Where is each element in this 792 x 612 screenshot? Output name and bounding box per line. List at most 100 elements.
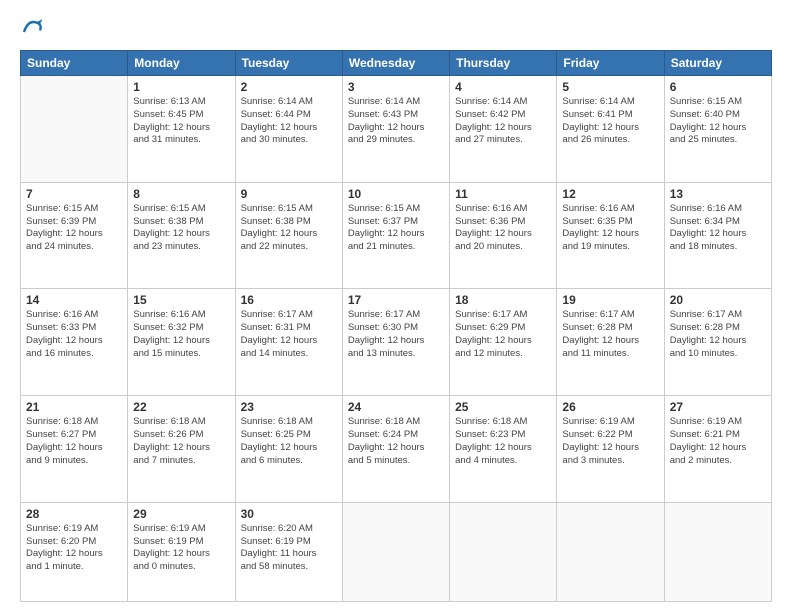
day-number: 7 [26,187,122,201]
calendar-cell: 23 Sunrise: 6:18 AM Sunset: 6:25 PM Dayli… [235,396,342,503]
calendar-cell: 3 Sunrise: 6:14 AM Sunset: 6:43 PM Daylig… [342,76,449,183]
day-number: 20 [670,293,766,307]
day-number: 29 [133,507,229,521]
calendar-cell: 12 Sunrise: 6:16 AM Sunset: 6:35 PM Dayli… [557,182,664,289]
calendar-cell [450,502,557,601]
col-header-monday: Monday [128,51,235,76]
calendar-cell: 13Sunrise: 6:16 AM Sunset: 6:34 PM Dayli… [664,182,771,289]
calendar-cell: 29 Sunrise: 6:19 AM Sunset: 6:19 PM Dayli… [128,502,235,601]
day-number: 2 [241,80,337,94]
calendar-cell: 16 Sunrise: 6:17 AM Sunset: 6:31 PM Dayli… [235,289,342,396]
col-header-saturday: Saturday [664,51,771,76]
day-info: Sunrise: 6:18 AM Sunset: 6:26 PM Dayligh… [133,416,229,467]
day-info: Sunrise: 6:16 AM Sunset: 6:36 PM Dayligh… [455,203,551,254]
calendar-week-2: 7 Sunrise: 6:15 AM Sunset: 6:39 PM Daylig… [21,182,772,289]
calendar-cell: 5 Sunrise: 6:14 AM Sunset: 6:41 PM Daylig… [557,76,664,183]
day-number: 9 [241,187,337,201]
calendar-cell: 1Sunrise: 6:13 AM Sunset: 6:45 PM Daylig… [128,76,235,183]
day-number: 12 [562,187,658,201]
day-number: 5 [562,80,658,94]
day-number: 26 [562,400,658,414]
calendar-week-5: 28 Sunrise: 6:19 AM Sunset: 6:20 PM Dayli… [21,502,772,601]
calendar-cell: 18 Sunrise: 6:17 AM Sunset: 6:29 PM Dayli… [450,289,557,396]
day-info: Sunrise: 6:18 AM Sunset: 6:27 PM Dayligh… [26,416,122,467]
header [20,16,772,40]
calendar-cell: 6 Sunrise: 6:15 AM Sunset: 6:40 PM Daylig… [664,76,771,183]
day-info: Sunrise: 6:14 AM Sunset: 6:42 PM Dayligh… [455,96,551,147]
day-info: Sunrise: 6:14 AM Sunset: 6:44 PM Dayligh… [241,96,337,147]
day-info: Sunrise: 6:17 AM Sunset: 6:28 PM Dayligh… [670,309,766,360]
calendar-cell: 20 Sunrise: 6:17 AM Sunset: 6:28 PM Dayli… [664,289,771,396]
day-info: Sunrise: 6:16 AM Sunset: 6:32 PM Dayligh… [133,309,229,360]
day-info: Sunrise: 6:16 AM Sunset: 6:34 PM Dayligh… [670,203,766,254]
day-number: 25 [455,400,551,414]
calendar-cell: 4 Sunrise: 6:14 AM Sunset: 6:42 PM Daylig… [450,76,557,183]
day-info: Sunrise: 6:17 AM Sunset: 6:29 PM Dayligh… [455,309,551,360]
day-number: 17 [348,293,444,307]
day-info: Sunrise: 6:17 AM Sunset: 6:28 PM Dayligh… [562,309,658,360]
calendar-cell: 2 Sunrise: 6:14 AM Sunset: 6:44 PM Daylig… [235,76,342,183]
day-number: 23 [241,400,337,414]
day-number: 27 [670,400,766,414]
day-info: Sunrise: 6:19 AM Sunset: 6:20 PM Dayligh… [26,523,122,574]
calendar-cell: 15 Sunrise: 6:16 AM Sunset: 6:32 PM Dayli… [128,289,235,396]
day-info: Sunrise: 6:15 AM Sunset: 6:37 PM Dayligh… [348,203,444,254]
day-info: Sunrise: 6:16 AM Sunset: 6:33 PM Dayligh… [26,309,122,360]
calendar-cell: 14 Sunrise: 6:16 AM Sunset: 6:33 PM Dayli… [21,289,128,396]
day-number: 18 [455,293,551,307]
calendar-cell: 19 Sunrise: 6:17 AM Sunset: 6:28 PM Dayli… [557,289,664,396]
calendar-cell: 10Sunrise: 6:15 AM Sunset: 6:37 PM Dayli… [342,182,449,289]
day-number: 3 [348,80,444,94]
day-info: Sunrise: 6:15 AM Sunset: 6:40 PM Dayligh… [670,96,766,147]
calendar-cell: 25 Sunrise: 6:18 AM Sunset: 6:23 PM Dayli… [450,396,557,503]
day-number: 15 [133,293,229,307]
day-number: 4 [455,80,551,94]
calendar-cell: 21 Sunrise: 6:18 AM Sunset: 6:27 PM Dayli… [21,396,128,503]
day-number: 28 [26,507,122,521]
day-info: Sunrise: 6:19 AM Sunset: 6:22 PM Dayligh… [562,416,658,467]
logo [20,16,48,40]
day-info: Sunrise: 6:15 AM Sunset: 6:38 PM Dayligh… [133,203,229,254]
calendar-cell: 9Sunrise: 6:15 AM Sunset: 6:38 PM Daylig… [235,182,342,289]
col-header-sunday: Sunday [21,51,128,76]
calendar-cell: 8 Sunrise: 6:15 AM Sunset: 6:38 PM Daylig… [128,182,235,289]
calendar-cell [557,502,664,601]
day-info: Sunrise: 6:18 AM Sunset: 6:23 PM Dayligh… [455,416,551,467]
day-info: Sunrise: 6:14 AM Sunset: 6:41 PM Dayligh… [562,96,658,147]
calendar-cell [342,502,449,601]
calendar-cell: 22 Sunrise: 6:18 AM Sunset: 6:26 PM Dayli… [128,396,235,503]
calendar-cell: 17 Sunrise: 6:17 AM Sunset: 6:30 PM Dayli… [342,289,449,396]
day-info: Sunrise: 6:14 AM Sunset: 6:43 PM Dayligh… [348,96,444,147]
calendar-cell: 11Sunrise: 6:16 AM Sunset: 6:36 PM Dayli… [450,182,557,289]
day-info: Sunrise: 6:19 AM Sunset: 6:19 PM Dayligh… [133,523,229,574]
day-info: Sunrise: 6:20 AM Sunset: 6:19 PM Dayligh… [241,523,337,574]
day-number: 30 [241,507,337,521]
day-number: 8 [133,187,229,201]
calendar-cell: 28 Sunrise: 6:19 AM Sunset: 6:20 PM Dayli… [21,502,128,601]
day-info: Sunrise: 6:17 AM Sunset: 6:31 PM Dayligh… [241,309,337,360]
page: SundayMondayTuesdayWednesdayThursdayFrid… [0,0,792,612]
day-number: 14 [26,293,122,307]
calendar-week-1: 1Sunrise: 6:13 AM Sunset: 6:45 PM Daylig… [21,76,772,183]
calendar-cell: 7 Sunrise: 6:15 AM Sunset: 6:39 PM Daylig… [21,182,128,289]
day-info: Sunrise: 6:16 AM Sunset: 6:35 PM Dayligh… [562,203,658,254]
calendar-cell: 24Sunrise: 6:18 AM Sunset: 6:24 PM Dayli… [342,396,449,503]
day-info: Sunrise: 6:15 AM Sunset: 6:39 PM Dayligh… [26,203,122,254]
day-number: 19 [562,293,658,307]
calendar-cell [664,502,771,601]
calendar-week-4: 21 Sunrise: 6:18 AM Sunset: 6:27 PM Dayli… [21,396,772,503]
col-header-thursday: Thursday [450,51,557,76]
day-info: Sunrise: 6:17 AM Sunset: 6:30 PM Dayligh… [348,309,444,360]
logo-icon [20,16,44,40]
day-number: 21 [26,400,122,414]
day-info: Sunrise: 6:19 AM Sunset: 6:21 PM Dayligh… [670,416,766,467]
calendar-cell: 30 Sunrise: 6:20 AM Sunset: 6:19 PM Dayli… [235,502,342,601]
day-number: 16 [241,293,337,307]
col-header-tuesday: Tuesday [235,51,342,76]
day-number: 6 [670,80,766,94]
day-number: 22 [133,400,229,414]
calendar-header-row: SundayMondayTuesdayWednesdayThursdayFrid… [21,51,772,76]
calendar-cell: 27 Sunrise: 6:19 AM Sunset: 6:21 PM Dayli… [664,396,771,503]
col-header-wednesday: Wednesday [342,51,449,76]
day-info: Sunrise: 6:18 AM Sunset: 6:25 PM Dayligh… [241,416,337,467]
